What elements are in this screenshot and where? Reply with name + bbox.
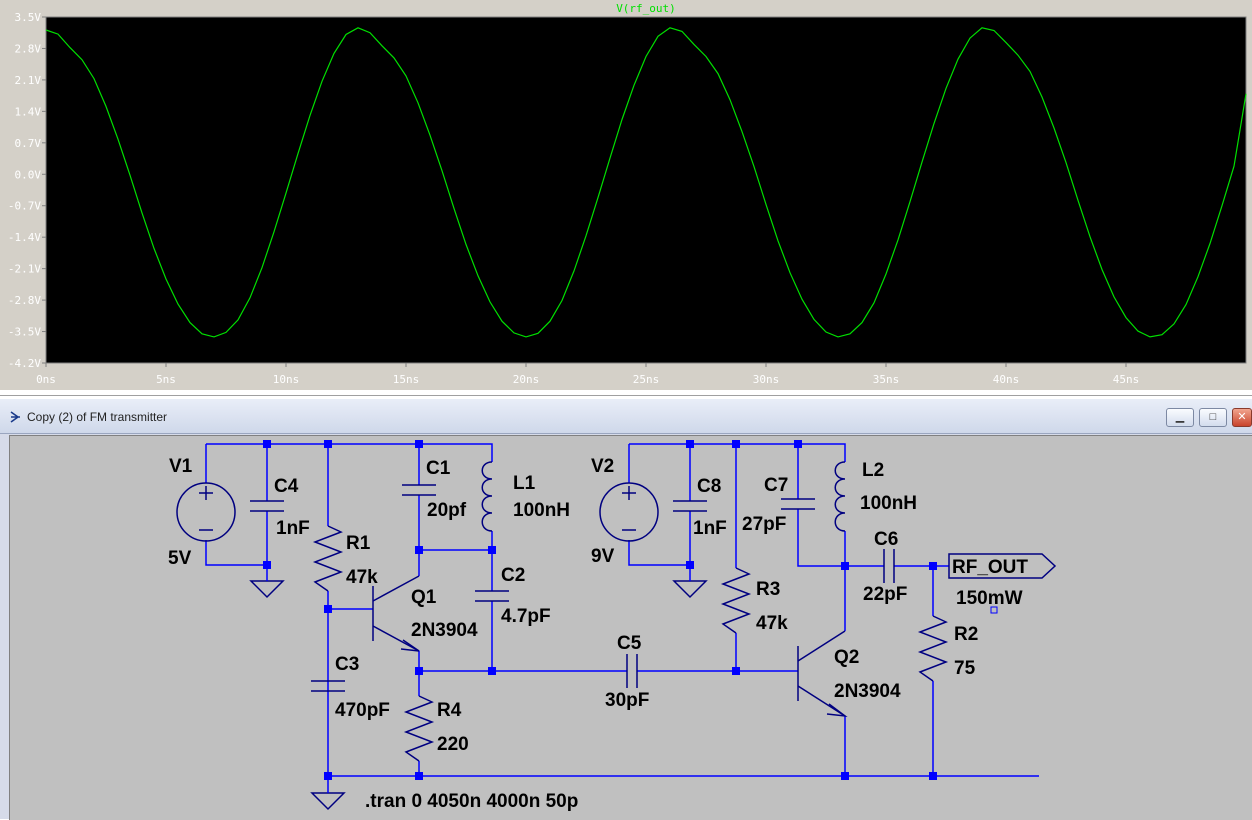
window-title-bar[interactable]: Copy (2) of FM transmitter ▁ □ ✕ xyxy=(0,399,1252,434)
label-r4-value: 220 xyxy=(437,734,469,755)
transistor-q2[interactable] xyxy=(797,630,848,718)
y-tick-label: 2.8V xyxy=(15,42,42,55)
label-r4: R4 xyxy=(437,700,462,721)
y-tick-label: 1.4V xyxy=(15,105,42,118)
x-tick-label: 25ns xyxy=(633,373,660,386)
label-c2-value: 4.7pF xyxy=(501,606,551,627)
label-c8: C8 xyxy=(697,476,721,497)
voltage-source-v1[interactable] xyxy=(176,482,236,542)
label-q1-value: 2N3904 xyxy=(411,620,478,641)
schematic-canvas[interactable]: V1 5V C4 1nF R1 47k C1 20pf L1 100nH Q1 … xyxy=(9,435,1252,820)
window-title: Copy (2) of FM transmitter xyxy=(27,410,168,424)
label-c2: C2 xyxy=(501,565,525,586)
label-r2: R2 xyxy=(954,624,978,645)
y-tick-label: -2.1V xyxy=(8,263,41,276)
label-l2-value: 100nH xyxy=(860,493,917,514)
x-tick-label: 35ns xyxy=(873,373,900,386)
y-tick-label: -2.8V xyxy=(8,294,41,307)
capacitor-c7[interactable] xyxy=(781,498,815,510)
tran-directive[interactable]: .tran 0 4050n 4000n 50p xyxy=(365,791,578,812)
capacitor-c6[interactable] xyxy=(883,549,895,583)
maximize-button[interactable]: □ xyxy=(1199,408,1227,427)
close-button[interactable]: ✕ xyxy=(1232,408,1252,427)
x-tick-label: 15ns xyxy=(393,373,420,386)
x-tick-label: 0ns xyxy=(36,373,56,386)
ground-symbol-v2 xyxy=(672,579,708,599)
resistor-r4[interactable] xyxy=(403,695,435,762)
x-tick-label: 5ns xyxy=(156,373,176,386)
y-tick-label: -4.2V xyxy=(8,357,41,370)
capacitor-c5[interactable] xyxy=(626,654,638,688)
label-c8-value: 1nF xyxy=(693,518,727,539)
label-c7: C7 xyxy=(764,475,788,496)
label-v1: V1 xyxy=(169,456,193,477)
label-c1-value: 20pf xyxy=(427,500,467,521)
trace-name-label[interactable]: V(rf_out) xyxy=(616,2,676,15)
y-tick-label: 3.5V xyxy=(15,11,42,24)
x-tick-label: 45ns xyxy=(1113,373,1140,386)
plot-area[interactable] xyxy=(45,16,1247,364)
label-c5: C5 xyxy=(617,633,642,654)
label-l1-value: 100nH xyxy=(513,500,570,521)
y-tick-label: 2.1V xyxy=(15,74,42,87)
label-q2: Q2 xyxy=(834,647,859,668)
label-v2: V2 xyxy=(591,456,614,477)
label-c7-value: 27pF xyxy=(742,514,786,535)
label-r1-value: 47k xyxy=(346,567,378,588)
label-c6: C6 xyxy=(874,529,898,550)
power-annotation: 150mW xyxy=(956,588,1023,609)
label-r2-value: 75 xyxy=(954,658,976,679)
minimize-button[interactable]: ▁ xyxy=(1166,408,1194,427)
y-tick-label: 0.7V xyxy=(15,137,42,150)
x-tick-label: 30ns xyxy=(753,373,780,386)
label-r1: R1 xyxy=(346,533,371,554)
capacitor-c4[interactable] xyxy=(250,500,284,512)
capacitor-c2[interactable] xyxy=(475,590,509,602)
voltage-source-v2[interactable] xyxy=(599,482,659,542)
label-c3: C3 xyxy=(335,654,359,675)
y-tick-label: -1.4V xyxy=(8,231,41,244)
resistor-r2[interactable] xyxy=(917,615,949,682)
label-c1: C1 xyxy=(426,458,451,479)
resistor-r3[interactable] xyxy=(720,567,752,634)
x-tick-label: 40ns xyxy=(993,373,1020,386)
schematic-window: Copy (2) of FM transmitter ▁ □ ✕ V1 5V C… xyxy=(0,399,1252,820)
x-tick-label: 20ns xyxy=(513,373,540,386)
waveform-plot[interactable]: V(rf_out) 3.5V 2.8V 2.1V 1.4V 0.7V 0.0V -0.7V -… xyxy=(0,0,1252,390)
label-v1-value: 5V xyxy=(168,548,192,569)
resistor-r1[interactable] xyxy=(312,525,344,592)
label-r3: R3 xyxy=(756,579,780,600)
label-c4: C4 xyxy=(274,476,299,497)
label-c4-value: 1nF xyxy=(276,518,310,539)
label-l2: L2 xyxy=(862,460,884,481)
label-c6-value: 22pF xyxy=(863,584,907,605)
ground-symbol-v1 xyxy=(249,573,285,599)
label-c5-value: 30pF xyxy=(605,690,649,711)
inductor-l1[interactable] xyxy=(481,461,493,532)
label-l1: L1 xyxy=(513,473,536,494)
y-tick-label: -0.7V xyxy=(8,200,41,213)
x-tick-label: 10ns xyxy=(273,373,300,386)
capacitor-c8[interactable] xyxy=(673,500,707,512)
inductor-l2[interactable] xyxy=(834,461,846,532)
label-q1: Q1 xyxy=(411,587,437,608)
rf-out-label: RF_OUT xyxy=(952,557,1028,578)
ltspice-app-icon xyxy=(10,411,20,423)
pane-separator[interactable] xyxy=(0,390,1252,396)
y-tick-label: -3.5V xyxy=(8,326,41,339)
label-v2-value: 9V xyxy=(591,546,615,567)
waveform-plot-pane[interactable]: V(rf_out) 3.5V 2.8V 2.1V 1.4V 0.7V 0.0V -0.7V -… xyxy=(0,0,1252,390)
label-c3-value: 470pF xyxy=(335,700,390,721)
ground-symbol-main xyxy=(310,791,346,811)
y-tick-label: 0.0V xyxy=(15,168,42,181)
label-r3-value: 47k xyxy=(756,613,788,634)
capacitor-c1[interactable] xyxy=(402,484,436,496)
label-q2-value: 2N3904 xyxy=(834,681,901,702)
